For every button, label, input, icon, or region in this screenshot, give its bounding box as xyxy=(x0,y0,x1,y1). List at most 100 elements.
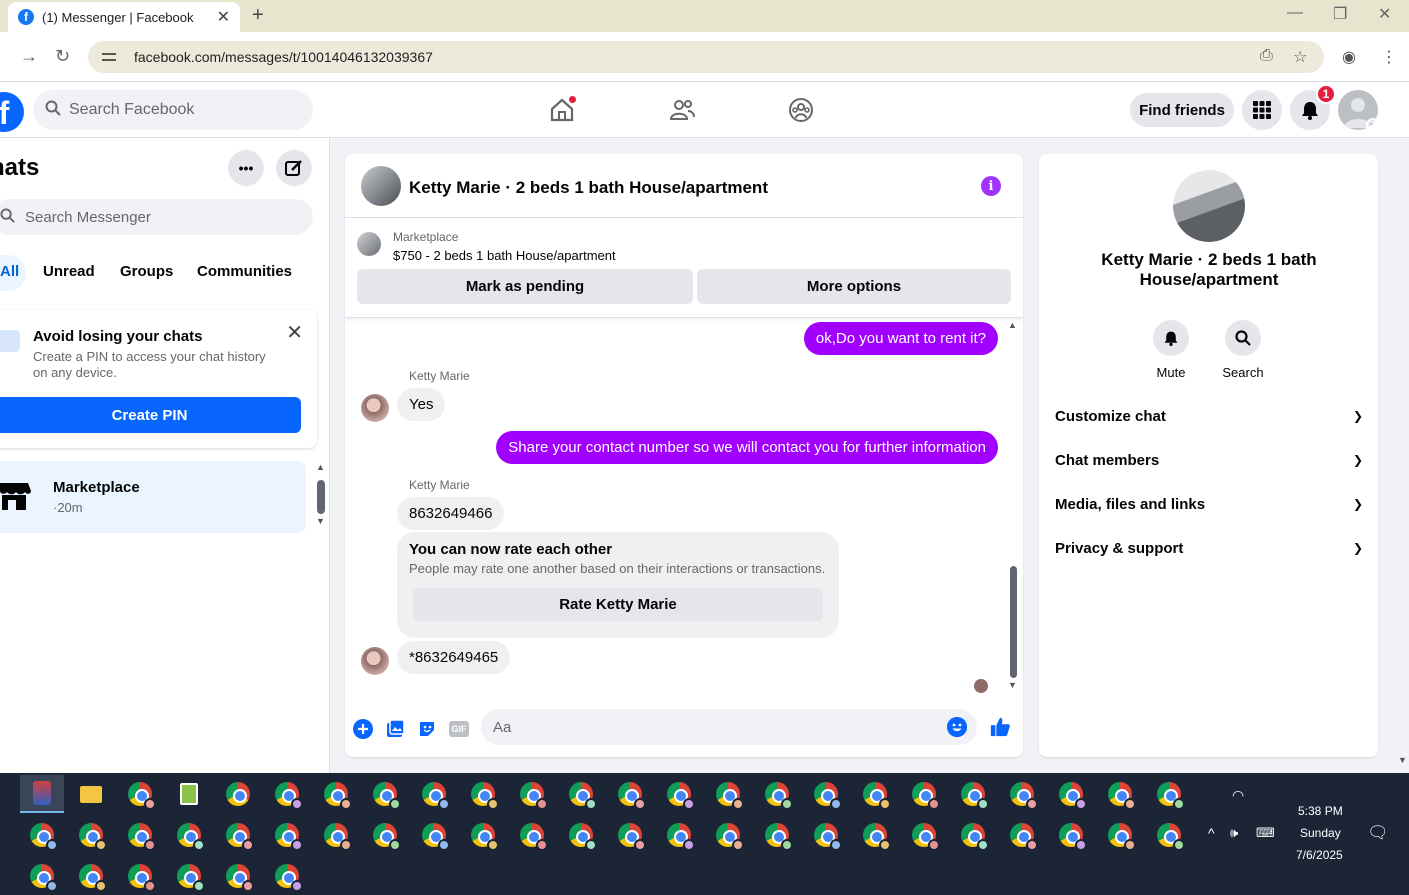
chrome-taskbar-icon[interactable] xyxy=(461,816,505,854)
chrome-taskbar-icon[interactable] xyxy=(559,816,603,854)
bookmark-star-icon[interactable]: ☆ xyxy=(1293,47,1307,67)
chrome-taskbar-icon[interactable] xyxy=(265,775,309,813)
chrome-taskbar-icon[interactable] xyxy=(804,816,848,854)
listing-thumbnail[interactable] xyxy=(357,232,381,256)
scroll-up-icon[interactable]: ▲ xyxy=(316,462,325,472)
chrome-taskbar-icon[interactable] xyxy=(853,775,897,813)
browser-tab[interactable]: f (1) Messenger | Facebook ✕ xyxy=(8,2,240,32)
chrome-taskbar-icon[interactable] xyxy=(1147,816,1191,854)
chrome-taskbar-icon[interactable] xyxy=(118,857,162,895)
chrome-taskbar-icon[interactable] xyxy=(706,775,750,813)
scrollbar-thumb[interactable] xyxy=(317,480,325,514)
mark-pending-button[interactable]: Mark as pending xyxy=(357,269,693,304)
info-icon[interactable]: i xyxy=(981,176,1001,196)
chrome-taskbar-icon[interactable] xyxy=(608,775,652,813)
filter-unread[interactable]: Unread xyxy=(43,263,95,280)
chat-options-button[interactable]: ••• xyxy=(228,150,264,186)
menu-kebab-icon[interactable]: ⋮ xyxy=(1381,47,1397,67)
message-outgoing[interactable]: Share your contact number so we will con… xyxy=(496,431,998,464)
thumbs-up-icon[interactable] xyxy=(989,716,1011,738)
show-hidden-icons-chevron-icon[interactable]: ^ xyxy=(1208,825,1215,841)
home-nav[interactable] xyxy=(542,94,582,126)
message-incoming[interactable]: 8632649466 xyxy=(397,497,505,530)
scroll-down-icon[interactable]: ▼ xyxy=(1008,680,1017,690)
profile-icon[interactable]: ◉ xyxy=(1342,47,1356,67)
chrome-taskbar-icon[interactable] xyxy=(951,816,995,854)
chrome-taskbar-icon[interactable] xyxy=(412,816,456,854)
action-center-icon[interactable]: 🗨 xyxy=(1367,823,1389,843)
chrome-taskbar-icon[interactable] xyxy=(412,775,456,813)
listing-title[interactable]: $750 - 2 beds 1 bath House/apartment xyxy=(393,248,616,263)
friends-nav[interactable] xyxy=(662,94,702,126)
new-tab-icon[interactable]: + xyxy=(252,4,264,27)
chrome-taskbar-icon[interactable] xyxy=(216,857,260,895)
create-pin-button[interactable]: Create PIN xyxy=(0,397,301,433)
minimize-icon[interactable]: — xyxy=(1287,4,1303,22)
clock-date[interactable]: 7/6/2025 xyxy=(1296,848,1343,862)
chrome-taskbar-icon[interactable] xyxy=(314,816,358,854)
forward-icon[interactable]: → xyxy=(20,46,38,67)
app-taskbar-icon[interactable] xyxy=(20,775,64,813)
chrome-taskbar-icon[interactable] xyxy=(804,775,848,813)
chrome-taskbar-icon[interactable] xyxy=(1098,816,1142,854)
chrome-taskbar-icon[interactable] xyxy=(265,857,309,895)
customize-chat-row[interactable]: Customize chat ❯ xyxy=(1055,394,1363,438)
site-info-icon[interactable] xyxy=(102,50,118,64)
chat-scrollbar[interactable]: ▲ ▼ xyxy=(1007,320,1019,690)
rate-user-button[interactable]: Rate Ketty Marie xyxy=(413,588,823,621)
chat-avatar[interactable] xyxy=(361,166,401,206)
close-icon[interactable]: ✕ xyxy=(286,320,303,345)
facebook-search-input[interactable]: Search Facebook xyxy=(33,90,313,130)
mute-action[interactable]: Mute xyxy=(1141,320,1201,380)
facebook-logo-icon[interactable]: f xyxy=(0,92,24,132)
filter-groups[interactable]: Groups xyxy=(120,263,173,280)
chrome-taskbar-icon[interactable] xyxy=(853,816,897,854)
scroll-up-icon[interactable]: ▲ xyxy=(1008,320,1017,330)
contact-avatar[interactable] xyxy=(1173,170,1245,242)
clock-time[interactable]: 5:38 PM xyxy=(1298,804,1343,818)
scrollbar-thumb[interactable] xyxy=(1010,566,1017,678)
chrome-taskbar-icon[interactable] xyxy=(951,775,995,813)
message-incoming[interactable]: *8632649465 xyxy=(397,641,511,674)
chrome-taskbar-icon[interactable] xyxy=(20,857,64,895)
install-app-icon[interactable]: ⎙ xyxy=(1260,47,1273,65)
chrome-taskbar-icon[interactable] xyxy=(657,816,701,854)
sticker-icon[interactable] xyxy=(416,718,438,740)
chrome-taskbar-icon[interactable] xyxy=(1098,775,1142,813)
new-message-button[interactable] xyxy=(276,150,312,186)
message-input[interactable]: Aa xyxy=(481,709,977,745)
chrome-taskbar-icon[interactable] xyxy=(69,857,113,895)
clock-day[interactable]: Sunday xyxy=(1300,826,1341,840)
chrome-taskbar-icon[interactable] xyxy=(1000,816,1044,854)
chrome-taskbar-icon[interactable] xyxy=(363,816,407,854)
chrome-taskbar-icon[interactable] xyxy=(20,816,64,854)
url-field[interactable]: facebook.com/messages/t/1001404613203936… xyxy=(88,41,1324,73)
chrome-taskbar-icon[interactable] xyxy=(755,816,799,854)
chrome-taskbar-icon[interactable] xyxy=(1049,775,1093,813)
chat-title[interactable]: Ketty Marie · 2 beds 1 bath House/apartm… xyxy=(409,178,768,198)
sender-avatar[interactable] xyxy=(361,394,389,422)
file-explorer-taskbar-icon[interactable] xyxy=(69,775,113,813)
chrome-taskbar-icon[interactable] xyxy=(167,816,211,854)
account-avatar[interactable]: ▾ xyxy=(1338,90,1378,130)
chrome-taskbar-icon[interactable] xyxy=(755,775,799,813)
chat-members-row[interactable]: Chat members ❯ xyxy=(1055,438,1363,482)
network-icon[interactable]: ◠ xyxy=(1232,787,1244,804)
filter-all[interactable]: All xyxy=(0,263,19,280)
notifications-button[interactable]: 1 xyxy=(1290,84,1336,130)
sidebar-scrollbar[interactable]: ▲ ▼ xyxy=(316,462,326,528)
page-scroll-down-icon[interactable]: ▼ xyxy=(1398,755,1407,765)
chrome-taskbar-icon[interactable] xyxy=(216,775,260,813)
photo-icon[interactable] xyxy=(384,718,406,740)
find-friends-button[interactable]: Find friends xyxy=(1130,93,1234,127)
plus-circle-icon[interactable] xyxy=(352,718,374,740)
groups-nav[interactable] xyxy=(781,94,821,126)
emoji-icon[interactable] xyxy=(947,717,967,737)
scroll-down-icon[interactable]: ▼ xyxy=(316,516,325,526)
chrome-taskbar-icon[interactable] xyxy=(510,816,554,854)
more-options-button[interactable]: More options xyxy=(697,269,1011,304)
close-window-icon[interactable]: ✕ xyxy=(1378,4,1391,24)
chrome-taskbar-icon[interactable] xyxy=(657,775,701,813)
chrome-taskbar-icon[interactable] xyxy=(902,816,946,854)
chrome-taskbar-icon[interactable] xyxy=(118,816,162,854)
